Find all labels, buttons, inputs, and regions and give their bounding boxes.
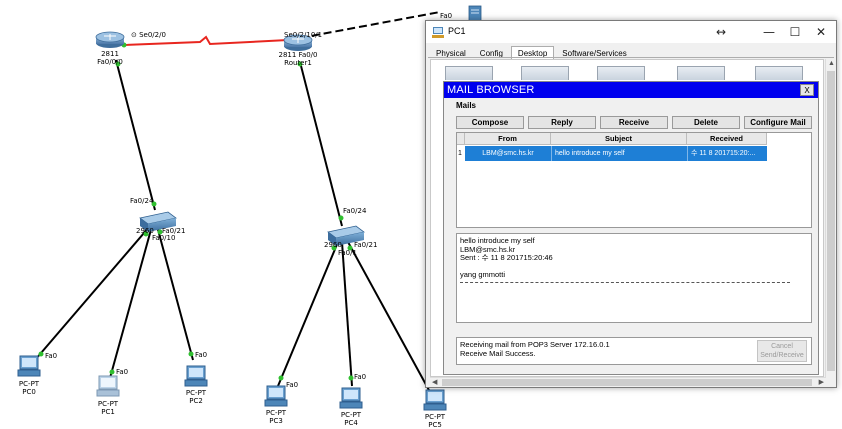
compose-button[interactable]: Compose: [456, 116, 524, 129]
status-line-2: Receive Mail Success.: [460, 348, 536, 358]
mail-browser: MAIL BROWSER X Mails Compose Reply Recei…: [443, 81, 819, 375]
pc1-type-label: PC-PT: [97, 400, 119, 408]
mail-list[interactable]: From Subject Received 1 LBM@smc.hs.kr he…: [456, 132, 812, 228]
window-title: PC1: [448, 26, 466, 36]
preview-blank: [460, 263, 808, 272]
mail-preview[interactable]: hello introduce my self LBM@smc.hs.kr Se…: [456, 233, 812, 323]
pc4-name-label: PC4: [344, 419, 358, 427]
pc1-name-label: PC1: [101, 408, 115, 416]
window-tabs: Physical Config Desktop Software/Services: [430, 43, 635, 60]
horizontal-scrollbar[interactable]: ◀ ▶: [430, 377, 826, 387]
receive-button[interactable]: Receive: [600, 116, 668, 129]
desktop-app-icon[interactable]: [521, 66, 569, 80]
close-button[interactable]: ✕: [808, 23, 834, 41]
subject-column-header[interactable]: Subject: [551, 133, 687, 145]
switch-left-port-b-label: Fa0/10: [152, 234, 176, 242]
pc4-type-label: PC-PT: [340, 411, 362, 419]
mails-section-label: Mails: [456, 101, 477, 110]
switch-right-name-label: 2960: [324, 241, 342, 249]
pc3-type-label: PC-PT: [265, 409, 287, 417]
switch-to-pc5-link[interactable]: [347, 241, 431, 393]
configure-mail-button[interactable]: Configure Mail: [744, 116, 812, 129]
from-column-header[interactable]: From: [465, 133, 551, 145]
pc5-icon[interactable]: [423, 389, 447, 411]
switch-to-pc3-link[interactable]: [277, 241, 339, 387]
preview-sent: Sent : 수 11 8 201715:20:46: [460, 253, 553, 262]
router-model-label: 2811: [101, 50, 119, 58]
switch-right-uplink-label: Fa0/24: [343, 207, 367, 215]
pc3-icon[interactable]: [264, 385, 288, 407]
router-serial-label: ⊙ Se0/2/0: [131, 31, 166, 39]
send-receive-label: Send/Receive: [760, 351, 804, 359]
pc2-icon[interactable]: [184, 365, 208, 387]
router-to-switch-link-right[interactable]: [299, 61, 343, 227]
pc0-port-label: Fa0: [45, 352, 58, 360]
table-row[interactable]: 1 LBM@smc.hs.kr hello introduce my self …: [457, 146, 767, 161]
cancel-send-receive-button[interactable]: Cancel Send/Receive: [757, 340, 807, 362]
window-titlebar[interactable]: PC1 ↔ — ☐ ✕: [426, 21, 836, 43]
mail-close-button[interactable]: X: [800, 84, 814, 96]
mail-status: Receiving mail from POP3 Server 172.16.0…: [456, 337, 812, 365]
switch-to-pc4-link[interactable]: [341, 241, 353, 387]
pc0-icon[interactable]: [17, 355, 41, 377]
preview-body: yang gmmotti: [460, 270, 506, 279]
pc-app-icon: [432, 27, 444, 38]
mail-browser-title: MAIL BROWSER: [444, 82, 818, 98]
switch-left-uplink-label: Fa0/24: [130, 197, 154, 205]
minimize-button[interactable]: —: [756, 23, 782, 41]
desktop-app-icon[interactable]: [445, 66, 493, 80]
resize-icon[interactable]: ↔: [708, 23, 734, 41]
preview-divider: [460, 281, 790, 283]
server-port-label: Fa0: [440, 12, 453, 20]
scroll-left-icon[interactable]: ◀: [432, 379, 437, 387]
pc1-icon[interactable]: [96, 375, 120, 397]
pc4-icon[interactable]: [339, 387, 363, 409]
pc4-port-label: Fa0: [354, 373, 367, 381]
router1-name-label: Router1: [284, 59, 312, 67]
pc1-port-label: Fa0: [116, 368, 129, 376]
pc5-type-label: PC-PT: [424, 413, 446, 421]
vertical-scrollbar[interactable]: ▲: [825, 59, 835, 377]
pc2-port-label: Fa0: [195, 351, 208, 359]
received-column-header[interactable]: Received: [687, 133, 767, 145]
router1-port-label: 2811 Fa0/0: [278, 51, 318, 59]
router1-serial-label: Se0/2/10/1: [284, 31, 323, 39]
desktop-app-icon[interactable]: [755, 66, 803, 80]
row-number-header: [457, 133, 465, 145]
router-port-label: Fa0/0/0: [97, 58, 123, 66]
horizontal-scroll-thumb[interactable]: [442, 379, 812, 386]
tab-divider: [428, 57, 834, 58]
row-received: 수 11 8 201715:20:...: [687, 146, 767, 161]
reply-button[interactable]: Reply: [528, 116, 596, 129]
row-from: LBM@smc.hs.kr: [482, 150, 534, 157]
desktop-app-icon[interactable]: [677, 66, 725, 80]
pc0-type-label: PC-PT: [18, 380, 40, 388]
pc2-type-label: PC-PT: [185, 389, 207, 397]
pc3-port-label: Fa0: [286, 381, 299, 389]
cancel-label: Cancel: [771, 343, 793, 350]
desktop-app-icon[interactable]: [597, 66, 645, 80]
maximize-button[interactable]: ☐: [782, 23, 808, 41]
delete-button[interactable]: Delete: [672, 116, 740, 129]
pc3-name-label: PC3: [269, 417, 283, 425]
router-to-switch-link-left[interactable]: [115, 59, 156, 211]
row-subject: hello introduce my self: [551, 146, 687, 161]
router-2811-icon[interactable]: [95, 31, 125, 48]
switch-to-pc2-link[interactable]: [156, 225, 194, 361]
switch-right-port-a-label: Fa0/21: [354, 241, 378, 249]
scroll-up-icon[interactable]: ▲: [828, 60, 835, 68]
vertical-scroll-thumb[interactable]: [827, 71, 835, 371]
desktop-panel: MAIL BROWSER X Mails Compose Reply Recei…: [430, 59, 824, 377]
pc0-name-label: PC0: [22, 388, 36, 396]
row-number: 1: [457, 146, 465, 161]
pc1-window[interactable]: PC1 ↔ — ☐ ✕ Physical Config Desktop Softwar…: [425, 20, 837, 388]
scroll-right-icon[interactable]: ▶: [819, 379, 824, 387]
pc2-name-label: PC2: [189, 397, 203, 405]
switch-right-port-b-label: Fa0/1: [338, 249, 357, 257]
